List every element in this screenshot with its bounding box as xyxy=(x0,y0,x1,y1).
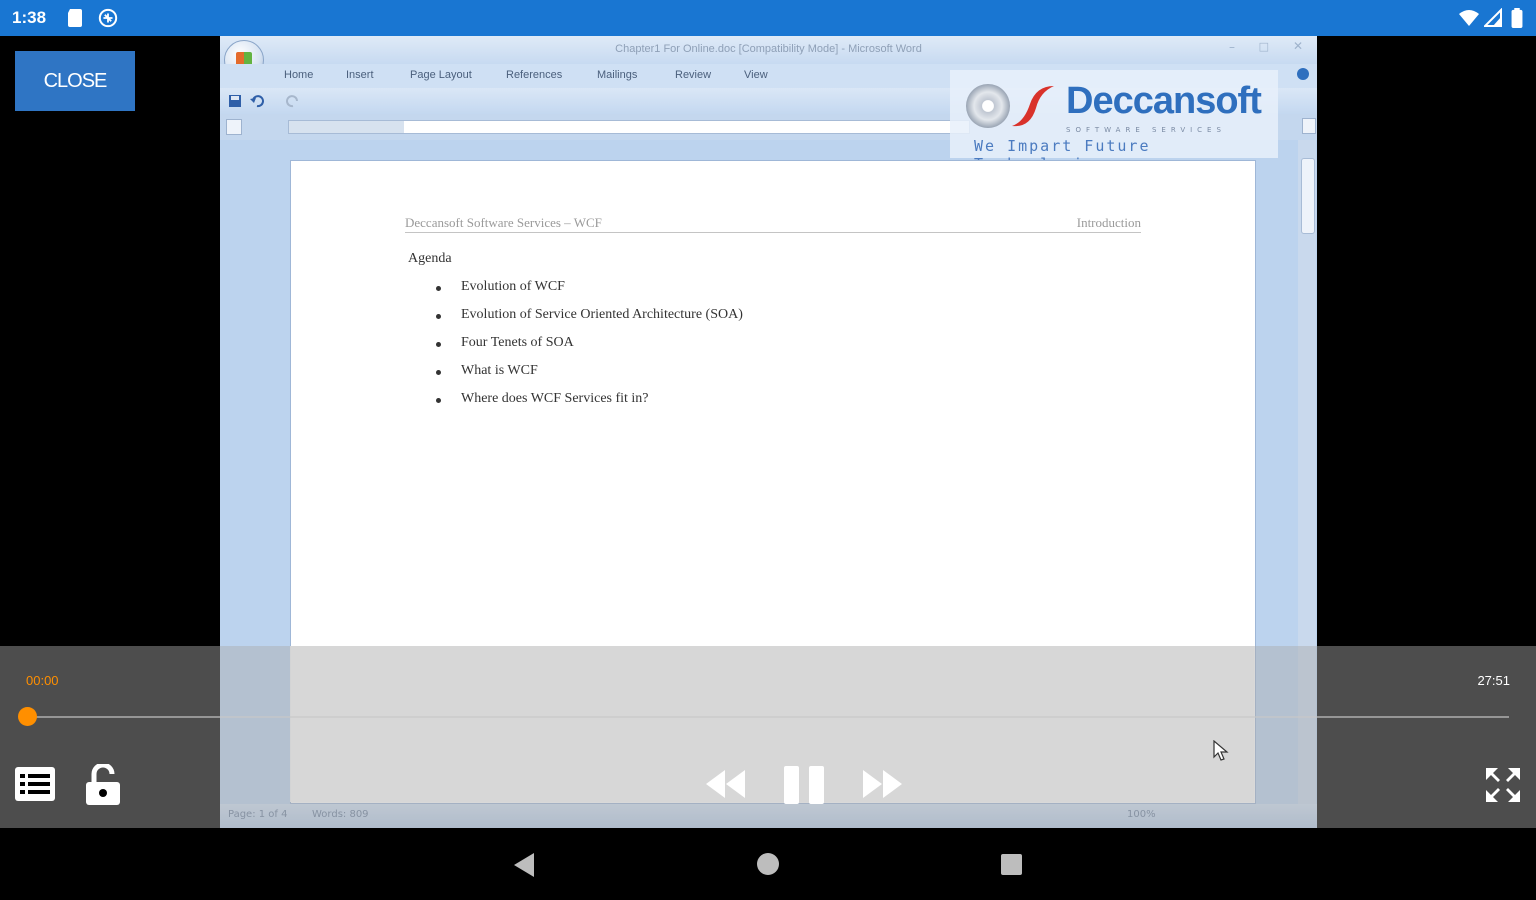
list-item: Evolution of Service Oriented Architectu… xyxy=(436,307,743,335)
deccansoft-watermark: Deccansoft SOFTWARE SERVICES We Impart F… xyxy=(950,70,1278,173)
agenda-list: Evolution of WCF Evolution of Service Or… xyxy=(436,279,743,419)
maximize-icon: □ xyxy=(1258,40,1269,53)
status-bar: 1:38 xyxy=(0,0,1536,36)
view-ruler-icon xyxy=(1302,118,1316,134)
word-window-title: Chapter1 For Online.doc [Compatibility M… xyxy=(615,43,922,55)
cell-signal-icon xyxy=(1484,8,1502,27)
player-controls-panel xyxy=(290,646,1254,802)
sd-card-icon xyxy=(68,9,82,27)
minimize-icon: – xyxy=(1229,40,1235,54)
fast-forward-icon[interactable] xyxy=(862,768,904,800)
ribbon-tab-view: View xyxy=(744,69,768,81)
redo-icon xyxy=(286,95,298,108)
seek-knob[interactable] xyxy=(17,707,37,726)
list-item: Four Tenets of SOA xyxy=(436,335,743,363)
list-item: Where does WCF Services fit in? xyxy=(436,391,743,419)
seek-bar[interactable] xyxy=(27,716,1509,718)
android-system-icon xyxy=(98,8,118,28)
total-duration: 27:51 xyxy=(1477,673,1510,688)
playlist-icon[interactable] xyxy=(14,766,56,802)
horizontal-ruler xyxy=(288,120,970,134)
tab-selector-icon xyxy=(226,119,242,135)
undo-icon xyxy=(250,95,264,108)
status-time: 1:38 xyxy=(12,8,47,27)
swoosh-logo-icon xyxy=(1012,86,1054,127)
fullscreen-icon[interactable] xyxy=(1484,766,1522,804)
battery-icon xyxy=(1511,8,1523,28)
mouse-pointer-icon xyxy=(1213,740,1229,761)
ribbon-tab-home: Home xyxy=(284,69,314,81)
ribbon-tab-mailings: Mailings xyxy=(597,69,638,81)
recents-icon[interactable] xyxy=(1000,853,1023,876)
help-icon xyxy=(1297,68,1309,80)
close-button[interactable]: CLOSE xyxy=(15,51,135,111)
word-title-bar: Chapter1 For Online.doc [Compatibility M… xyxy=(220,36,1317,64)
home-icon[interactable] xyxy=(756,852,780,876)
back-icon[interactable] xyxy=(512,852,536,878)
header-left-text: Deccansoft Software Services – WCF xyxy=(405,215,602,230)
list-item: Evolution of WCF xyxy=(436,279,743,307)
logo-brand: Deccansoft xyxy=(1066,80,1262,122)
navigation-bar xyxy=(0,828,1536,900)
ribbon-tab-insert: Insert xyxy=(346,69,374,81)
wifi-icon xyxy=(1459,10,1479,26)
save-icon xyxy=(229,95,241,107)
header-right-text: Introduction xyxy=(1076,215,1141,230)
ribbon-tab-references: References xyxy=(506,69,563,81)
current-time: 00:00 xyxy=(26,673,59,688)
close-window-icon: ✕ xyxy=(1292,39,1303,53)
logo-subtitle: SOFTWARE SERVICES xyxy=(1066,126,1226,134)
ribbon-tab-page-layout: Page Layout xyxy=(410,69,472,81)
unlock-icon[interactable] xyxy=(84,764,122,806)
pause-icon[interactable] xyxy=(782,764,826,806)
ribbon-tab-review: Review xyxy=(675,69,712,81)
cd-disc-icon xyxy=(966,84,1010,128)
list-item: What is WCF xyxy=(436,363,743,391)
agenda-heading: Agenda xyxy=(408,251,452,266)
rewind-icon[interactable] xyxy=(704,768,746,800)
